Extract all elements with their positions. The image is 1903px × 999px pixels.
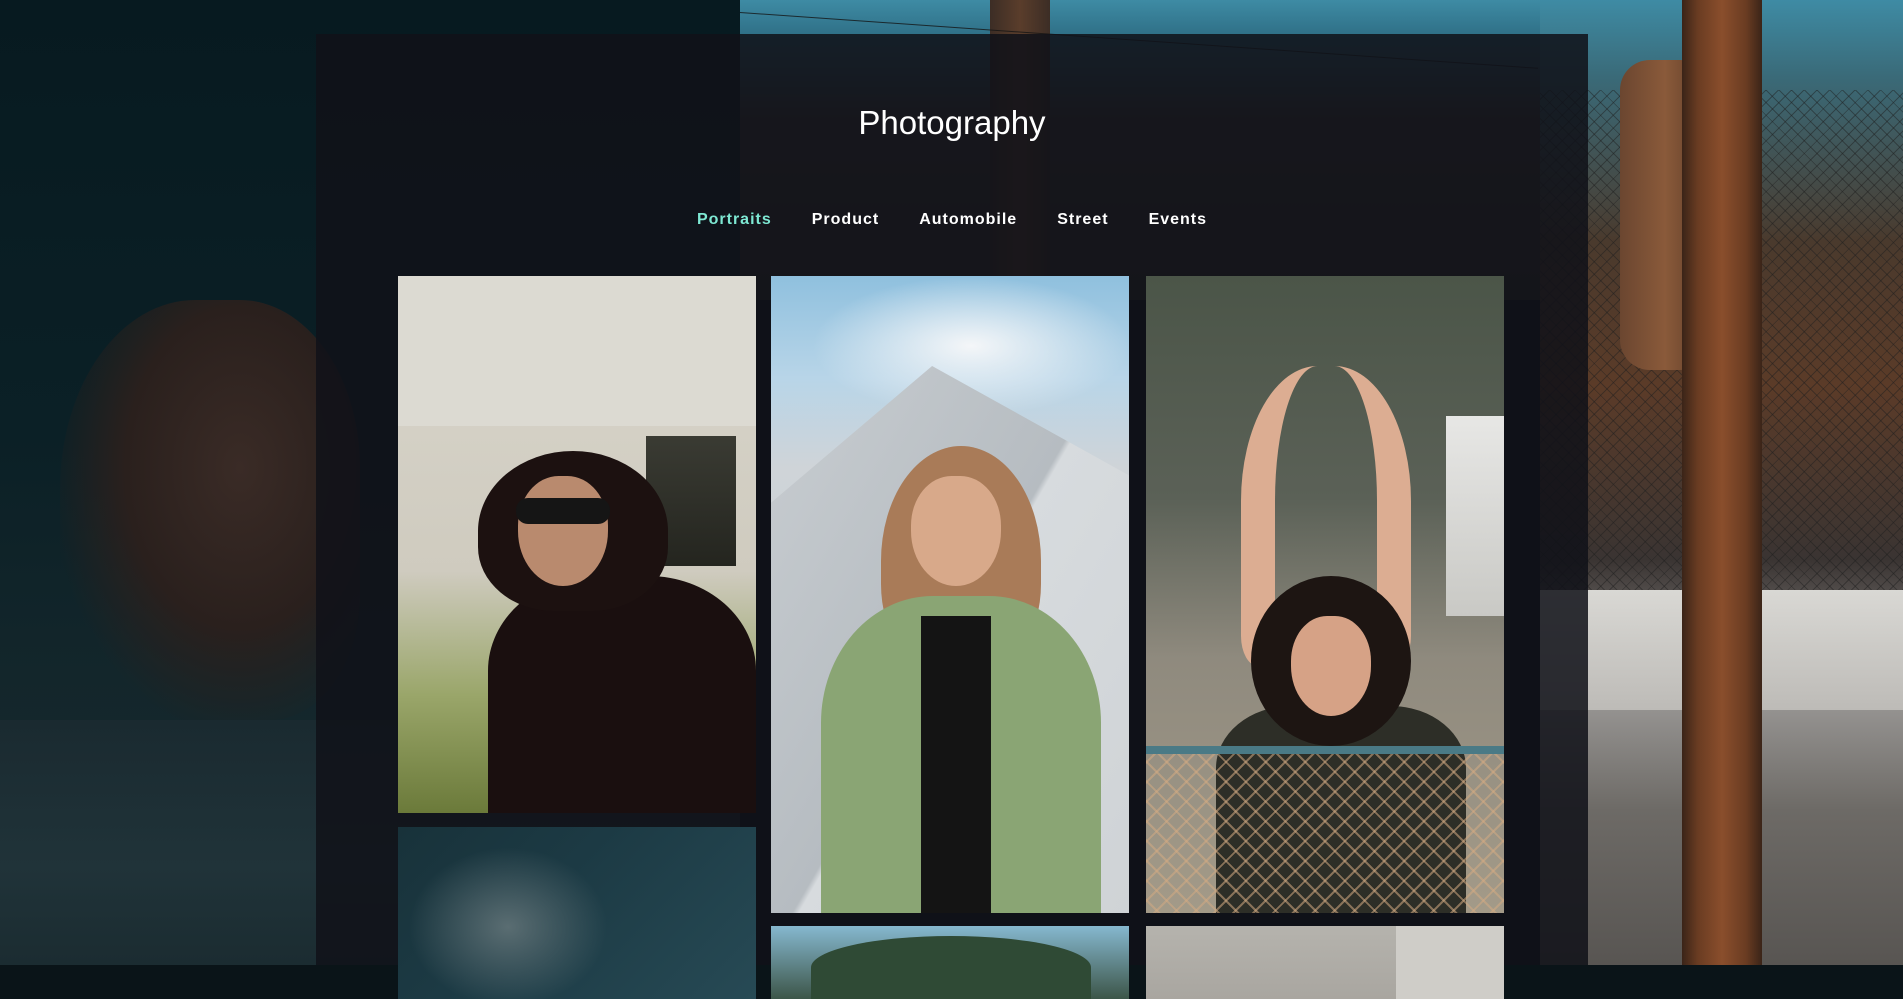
sunglasses-detail: [516, 498, 610, 524]
gallery-photo-woman-sunglasses[interactable]: [398, 276, 756, 813]
gallery-photo-woman-raised-arms[interactable]: [1146, 276, 1504, 913]
gallery-photo-woman-green-coat[interactable]: [771, 276, 1129, 913]
background-rusty-pole: [1682, 0, 1762, 965]
main-panel: Photography Portraits Product Automobile…: [316, 34, 1588, 999]
background-shrub: [60, 300, 360, 720]
gallery-photo-partial-1[interactable]: [398, 827, 756, 999]
photo-gallery: [316, 34, 1588, 999]
fence-mesh-detail: [1146, 746, 1504, 913]
gallery-photo-partial-3[interactable]: [1146, 926, 1504, 999]
gallery-photo-partial-2[interactable]: [771, 926, 1129, 999]
